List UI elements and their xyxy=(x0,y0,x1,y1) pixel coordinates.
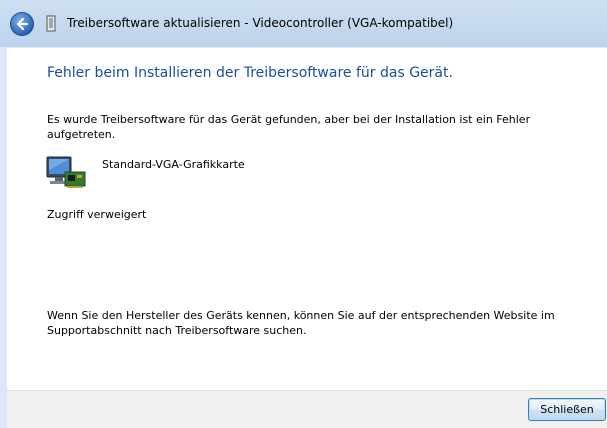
window-frame-left xyxy=(0,48,7,428)
window-title: Treibersoftware aktualisieren - Videocon… xyxy=(67,16,454,30)
page-heading: Fehler beim Installieren der Treibersoft… xyxy=(47,65,453,81)
hardware-wizard-icon xyxy=(46,15,56,32)
close-button[interactable]: Schließen xyxy=(528,398,606,421)
title-bar: Treibersoftware aktualisieren - Videocon… xyxy=(0,0,607,47)
back-button[interactable] xyxy=(10,12,34,36)
back-arrow-icon xyxy=(16,17,29,31)
wizard-content: Fehler beim Installieren der Treibersoft… xyxy=(7,48,607,390)
wizard-footer: Schließen xyxy=(7,390,607,428)
error-description: Es wurde Treibersoftware für das Gerät g… xyxy=(47,113,531,141)
manufacturer-hint: Wenn Sie den Hersteller des Geräts kenne… xyxy=(47,309,555,337)
monitor-graphics-card-icon xyxy=(46,156,86,188)
device-name: Standard-VGA-Grafikkarte xyxy=(102,158,245,171)
error-message: Zugriff verweigert xyxy=(47,208,147,221)
